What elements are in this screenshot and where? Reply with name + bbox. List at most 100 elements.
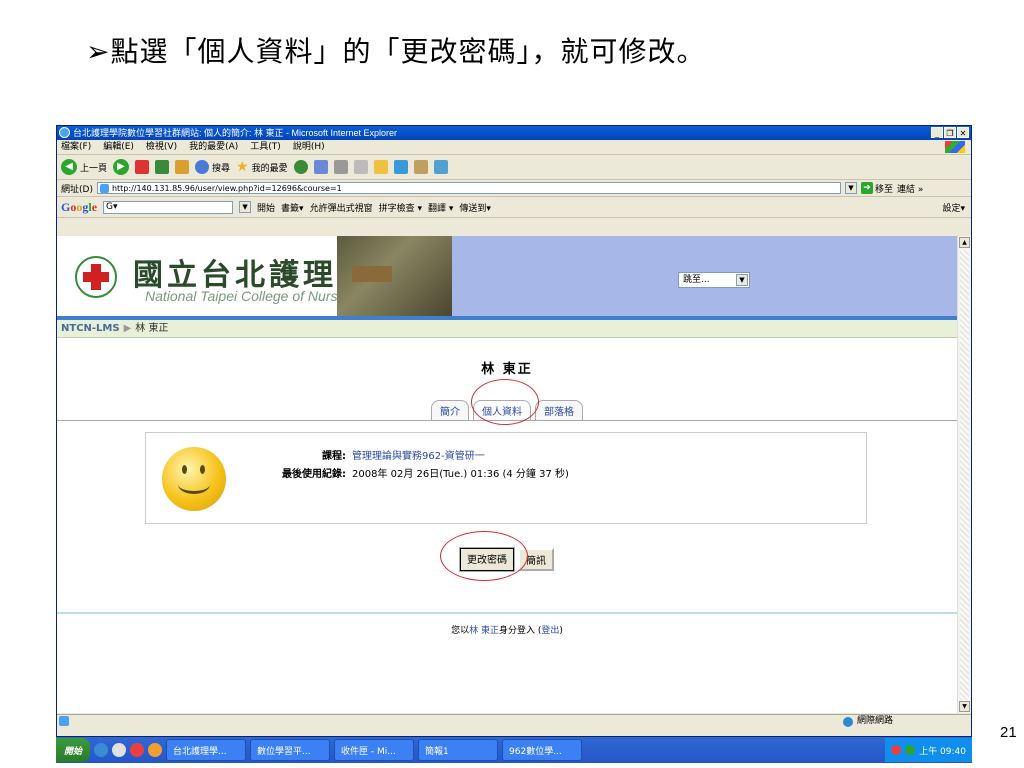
- google-settings-button[interactable]: 設定▾: [942, 201, 965, 214]
- login-user-link[interactable]: 林 東正: [469, 626, 499, 636]
- course-row: 課程: 管理理論與實務962-資管研一: [246, 447, 485, 462]
- back-arrow-icon: ◀: [61, 159, 77, 175]
- back-button[interactable]: ◀ 上一頁: [61, 159, 107, 175]
- globe-icon: [843, 716, 853, 727]
- status-bar: 網際網路: [57, 714, 971, 729]
- google-bookmarks-button[interactable]: 書籤▾: [281, 201, 304, 214]
- address-input[interactable]: http://140.131.85.96/user/view.php?id=12…: [96, 182, 841, 194]
- refresh-icon[interactable]: [155, 160, 170, 174]
- last-access-row: 最後使用紀錄: 2008年 02月 26日(Tue.) 01:36 (4 分鐘 …: [246, 465, 569, 480]
- go-label: 移至: [874, 184, 893, 195]
- slide-title: ➢點選「個人資料」的「更改密碼」，就可修改。: [86, 35, 706, 68]
- google-start-button[interactable]: 開始: [257, 201, 275, 214]
- stop-icon[interactable]: [135, 160, 150, 174]
- menu-favorites[interactable]: 我的最愛(A): [189, 140, 238, 154]
- print-icon[interactable]: [333, 160, 348, 174]
- scroll-down-icon[interactable]: ▼: [959, 701, 970, 712]
- address-url: http://140.131.85.96/user/view.php?id=12…: [111, 184, 342, 193]
- breadcrumb-current: 林 東正: [135, 323, 169, 334]
- search-icon: [195, 160, 210, 174]
- annotation-circle-tab: [471, 379, 539, 425]
- logout-link[interactable]: 登出: [541, 626, 559, 636]
- scroll-track[interactable]: [960, 250, 969, 700]
- breadcrumb-root-link[interactable]: NTCN-LMS: [61, 323, 120, 334]
- google-sendto-button[interactable]: 傳送到▾: [459, 201, 491, 214]
- menu-view[interactable]: 檢視(V): [146, 140, 177, 154]
- maximize-button[interactable]: ❐: [944, 127, 956, 138]
- taskbar: 開始 台北護理學... 數位學習平... 收件匣 - Mi... 簡報1 962…: [56, 737, 972, 763]
- task-presentation1[interactable]: 簡報1: [418, 739, 499, 761]
- research-icon[interactable]: [413, 160, 428, 174]
- task-ie[interactable]: 台北護理學...: [166, 739, 247, 761]
- vertical-scrollbar[interactable]: ▲ ▼: [957, 236, 971, 713]
- tab-blog[interactable]: 部落格: [535, 400, 583, 420]
- login-suffix: ): [559, 626, 563, 636]
- search-button[interactable]: 搜尋: [195, 160, 230, 174]
- links-button[interactable]: 連結 »: [897, 182, 923, 195]
- tray-network-icon[interactable]: [905, 745, 916, 755]
- quicklaunch-folder-icon[interactable]: [148, 743, 163, 757]
- login-prefix: 您以: [451, 626, 470, 636]
- google-search-input[interactable]: G▾: [103, 200, 234, 214]
- banner-logo-area: 國立台北護理學院 National Taipei College of Nurs…: [57, 236, 452, 316]
- page-icon: [99, 184, 109, 193]
- quicklaunch-ie-icon[interactable]: [94, 743, 109, 757]
- messenger-icon[interactable]: [393, 160, 408, 174]
- tray-antivirus-icon[interactable]: [891, 745, 902, 755]
- address-label: 網址(D): [61, 184, 93, 195]
- system-tray: 上午 09:40: [885, 738, 972, 762]
- task-elearning[interactable]: 數位學習平...: [250, 739, 331, 761]
- quicklaunch-media-icon[interactable]: [130, 743, 145, 757]
- breadcrumb: NTCN-LMS ▶ 林 東正: [57, 320, 957, 338]
- standard-toolbar: ◀ 上一頁 ▶ 搜尋 ★ 我的最愛: [57, 155, 971, 180]
- menu-tools[interactable]: 工具(T): [250, 140, 281, 154]
- close-button[interactable]: ✕: [957, 127, 969, 138]
- google-spellcheck-button[interactable]: 拼字檢查 ▾: [379, 201, 422, 214]
- course-label: 課程:: [322, 451, 346, 462]
- google-translate-button[interactable]: 翻譯 ▾: [428, 201, 453, 214]
- clock[interactable]: 上午 09:40: [919, 744, 966, 757]
- quicklaunch-outlook-icon[interactable]: [112, 743, 127, 757]
- google-popup-button[interactable]: 允許彈出式視窗: [310, 201, 373, 214]
- school-name-en: National Taipei College of Nursing: [145, 288, 357, 304]
- annotation-circle-button: [440, 531, 528, 581]
- start-button[interactable]: 開始: [56, 738, 91, 762]
- slide-page-number: 21: [1000, 724, 1017, 741]
- go-button[interactable]: ➜ 移至: [860, 182, 893, 195]
- smiley-mouth: [178, 475, 210, 494]
- browser-window: 台北護理學院數位學習社群網站: 個人的簡介: 林 東正 - Microsoft …: [56, 125, 972, 737]
- task-inbox[interactable]: 收件匣 - Mi...: [334, 739, 415, 761]
- folder-icon[interactable]: [373, 160, 388, 174]
- window-title: 台北護理學院數位學習社群網站: 個人的簡介: 林 東正 - Microsoft …: [73, 128, 398, 138]
- jump-select[interactable]: 跳至... ▼: [678, 272, 750, 288]
- start-label: 開始: [64, 746, 83, 757]
- course-link[interactable]: 管理理論與實務962-資管研一: [352, 451, 485, 462]
- google-dropdown-icon[interactable]: ▼: [239, 201, 252, 213]
- menu-file[interactable]: 檔案(F): [61, 140, 91, 154]
- favorites-button[interactable]: ★ 我的最愛: [236, 159, 288, 175]
- address-dropdown-icon[interactable]: ▼: [844, 182, 857, 194]
- edit-icon[interactable]: [353, 160, 368, 174]
- login-middle: 身分登入 (: [498, 626, 542, 636]
- address-bar: 網址(D) http://140.131.85.96/user/view.php…: [57, 180, 971, 197]
- task-presentation962[interactable]: 962數位學...: [502, 739, 583, 761]
- messenger-people-icon[interactable]: [433, 160, 448, 174]
- last-access-label: 最後使用紀錄:: [282, 469, 346, 480]
- forward-arrow-icon[interactable]: ▶: [113, 159, 130, 175]
- smiley-eye-right: [200, 465, 205, 474]
- scroll-up-icon[interactable]: ▲: [959, 237, 970, 248]
- user-avatar-smiley: [162, 447, 226, 511]
- minimize-button[interactable]: _: [931, 127, 943, 138]
- google-toolbar: Google G▾ ▼ 開始 書籤▾ 允許彈出式視窗 拼字檢查 ▾ 翻譯 ▾ 傳…: [57, 197, 971, 218]
- status-page-icon: [59, 716, 69, 726]
- menu-edit[interactable]: 編輯(E): [103, 140, 134, 154]
- search-label: 搜尋: [212, 163, 231, 174]
- menu-help[interactable]: 說明(H): [293, 140, 325, 154]
- profile-box: 課程: 管理理論與實務962-資管研一 最後使用紀錄: 2008年 02月 26…: [145, 432, 867, 524]
- mail-icon[interactable]: [313, 160, 328, 174]
- home-icon[interactable]: [175, 160, 190, 174]
- google-logo[interactable]: Google: [61, 200, 97, 215]
- history-icon[interactable]: [293, 160, 308, 174]
- footer-divider: [57, 612, 957, 614]
- tab-profile[interactable]: 簡介: [431, 400, 469, 420]
